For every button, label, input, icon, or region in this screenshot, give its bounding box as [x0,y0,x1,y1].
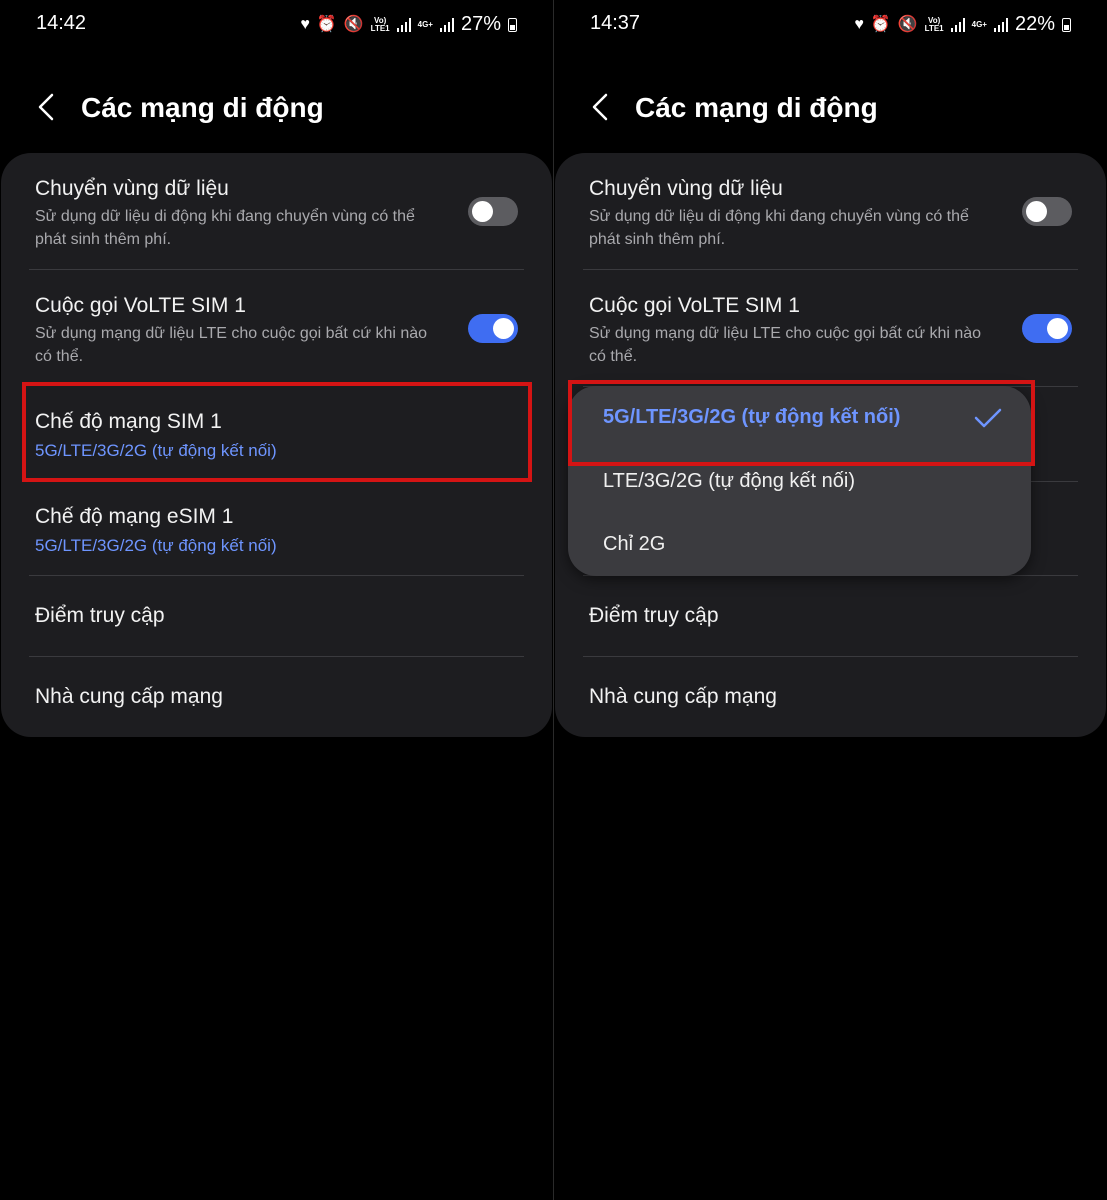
dropdown-option[interactable]: Chỉ 2G [603,533,665,556]
heart-icon: ♥ [854,15,864,33]
network-mode-dropdown: 5G/LTE/3G/2G (tự động kết nối) LTE/3G/2G… [568,386,1031,576]
toggle-knob [1026,201,1047,222]
status-icons: ♥ ⏰ 🔇 Vo) LTE1 4G+ 22% [854,13,1071,36]
signal-icon [396,17,411,32]
setting-title: Chuyển vùng dữ liệu [35,177,229,200]
setting-title: Điểm truy cập [35,604,165,627]
battery-percent: 22% [1014,13,1055,35]
toggle-knob [472,201,493,222]
page-title: Các mạng di động [635,92,878,123]
setting-data-roaming[interactable]: Chuyển vùng dữ liệu Sử dụng dữ liệu di đ… [555,153,1106,269]
setting-title: Điểm truy cập [589,604,719,627]
settings-card: Chuyển vùng dữ liệu Sử dụng dữ liệu di đ… [1,153,552,737]
network-type-indicator: 4G+ [417,19,433,29]
setting-title: Nhà cung cấp mạng [35,685,223,708]
setting-description: Sử dụng dữ liệu di động khi đang chuyển … [589,208,969,248]
setting-network-operators[interactable]: Nhà cung cấp mạng [555,657,1106,737]
setting-title: Cuộc gọi VoLTE SIM 1 [589,294,800,317]
signal-icon [993,17,1008,32]
volte-indicator: Vo) LTE1 [370,15,390,33]
toggle-knob [493,318,514,339]
signal-icon [439,17,454,32]
roaming-toggle[interactable] [468,197,518,226]
dropdown-option[interactable]: 5G/LTE/3G/2G (tự động kết nối) [603,406,900,429]
screen-left: 14:42 ♥ ⏰ 🔇 Vo) LTE1 4G+ 27% Các mạng di … [0,0,553,1200]
alarm-icon: ⏰ [316,15,337,33]
setting-data-roaming[interactable]: Chuyển vùng dữ liệu Sử dụng dữ liệu di đ… [1,153,552,269]
page-title: Các mạng di động [81,92,324,123]
battery-icon [508,17,517,32]
toggle-knob [1047,318,1068,339]
mute-icon: 🔇 [343,15,364,33]
setting-network-mode-sim1[interactable]: Chế độ mạng SIM 1 5G/LTE/3G/2G (tự động … [1,386,552,481]
alarm-icon: ⏰ [870,15,891,33]
setting-title: Cuộc gọi VoLTE SIM 1 [35,294,246,317]
setting-description: Sử dụng mạng dữ liệu LTE cho cuộc gọi bấ… [35,325,428,365]
roaming-toggle[interactable] [1022,197,1072,226]
setting-access-point[interactable]: Điểm truy cập [1,576,552,656]
status-time: 14:42 [36,12,87,34]
volte-toggle[interactable] [468,314,518,343]
check-icon [974,408,1002,428]
mute-icon: 🔇 [897,15,918,33]
setting-title: Chế độ mạng SIM 1 [35,410,222,433]
battery-percent: 27% [460,13,501,35]
battery-icon [1062,17,1071,32]
setting-value: 5G/LTE/3G/2G (tự động kết nối) [35,536,277,555]
status-icons: ♥ ⏰ 🔇 Vo) LTE1 4G+ 27% [300,13,517,36]
back-arrow-icon[interactable] [588,92,614,122]
back-arrow-icon[interactable] [34,92,60,122]
setting-access-point[interactable]: Điểm truy cập [555,576,1106,656]
signal-icon [950,17,965,32]
setting-network-operators[interactable]: Nhà cung cấp mạng [1,657,552,737]
network-type-indicator: 4G+ [971,19,987,29]
setting-description: Sử dụng mạng dữ liệu LTE cho cuộc gọi bấ… [589,325,982,365]
volte-toggle[interactable] [1022,314,1072,343]
status-bar: 14:42 ♥ ⏰ 🔇 Vo) LTE1 4G+ 27% [0,0,553,50]
header: Các mạng di động [554,80,1107,140]
setting-title: Chế độ mạng eSIM 1 [35,505,234,528]
setting-volte-sim1[interactable]: Cuộc gọi VoLTE SIM 1 Sử dụng mạng dữ liệ… [1,270,552,386]
setting-network-mode-esim1[interactable]: Chế độ mạng eSIM 1 5G/LTE/3G/2G (tự động… [1,481,552,576]
dropdown-option[interactable]: LTE/3G/2G (tự động kết nối) [603,470,855,493]
status-bar: 14:37 ♥ ⏰ 🔇 Vo) LTE1 4G+ 22% [554,0,1107,50]
volte-indicator: Vo) LTE1 [924,15,944,33]
setting-description: Sử dụng dữ liệu di động khi đang chuyển … [35,208,415,248]
header: Các mạng di động [0,80,553,140]
setting-title: Chuyển vùng dữ liệu [589,177,783,200]
status-time: 14:37 [590,12,641,34]
setting-volte-sim1[interactable]: Cuộc gọi VoLTE SIM 1 Sử dụng mạng dữ liệ… [555,270,1106,386]
screen-right: 14:37 ♥ ⏰ 🔇 Vo) LTE1 4G+ 22% Các mạng di … [554,0,1107,1200]
heart-icon: ♥ [300,15,310,33]
setting-title: Nhà cung cấp mạng [589,685,777,708]
setting-value: 5G/LTE/3G/2G (tự động kết nối) [35,441,277,460]
